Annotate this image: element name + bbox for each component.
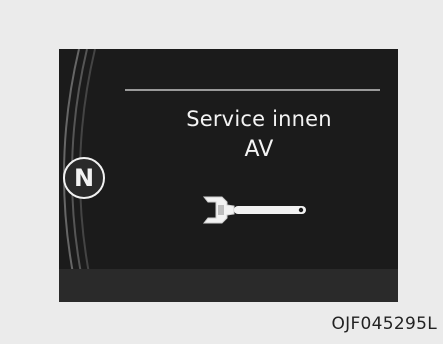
service-message: Service innen xyxy=(186,107,332,131)
gear-indicator: N xyxy=(63,157,105,199)
divider-line xyxy=(125,89,380,91)
service-interval: AV xyxy=(244,137,274,162)
wrench-icon xyxy=(202,196,306,224)
figure-code: OJF045295L xyxy=(331,314,437,334)
bottom-band xyxy=(59,269,398,302)
cluster-display: N Service innen AV xyxy=(59,49,398,302)
